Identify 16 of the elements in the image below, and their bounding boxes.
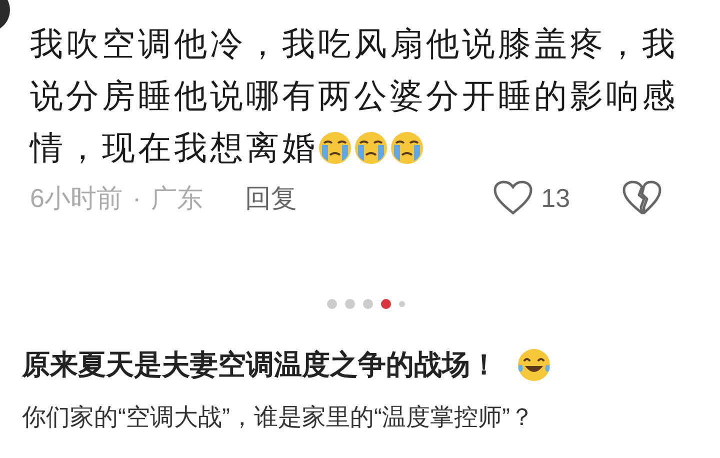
comment-text-line: 情，现在我想离婚 xyxy=(30,128,318,168)
heart-icon[interactable] xyxy=(493,180,534,216)
crying-emoji-icon xyxy=(354,131,388,165)
comment-location: 广东 xyxy=(151,182,204,214)
crying-emoji-icon xyxy=(390,131,424,165)
comment-time: 6小时前 xyxy=(30,182,122,214)
caption-title: 原来夏天是夫妻空调温度之争的战场！ xyxy=(22,348,498,382)
comment-text-line: 我吹空调他冷，我吃风扇他说膝盖疼，我 xyxy=(30,24,678,64)
separator: · xyxy=(132,182,142,214)
like-count: 13 xyxy=(541,182,570,214)
caption-question: 你们家的“空调大战”，谁是家里的“温度掌控师”？ xyxy=(21,403,535,433)
laughing-emoji-icon xyxy=(516,347,552,383)
reply-button[interactable]: 回复 xyxy=(245,178,298,218)
broken-heart-icon[interactable] xyxy=(622,180,662,216)
comment-text-line: 说分房睡他说哪有两公婆分开睡的影响感 xyxy=(30,76,678,116)
crying-emoji-icon xyxy=(318,131,352,165)
